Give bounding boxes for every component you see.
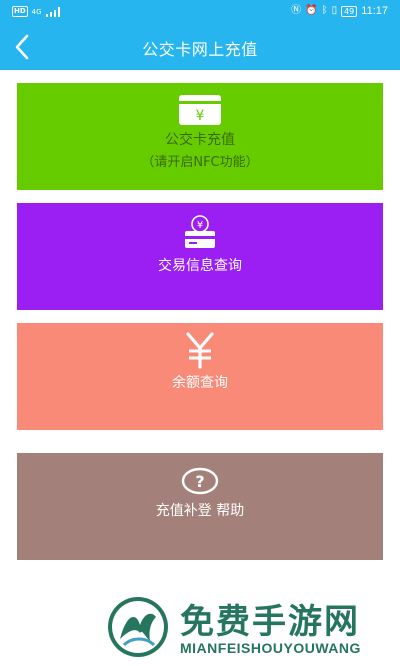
card-coin-icon: ¥	[185, 215, 215, 248]
balance-query-tile[interactable]: 余额查询	[17, 323, 383, 430]
tile-label: 交易信息查询	[158, 258, 242, 274]
svg-text:¥: ¥	[197, 220, 203, 231]
app-header: 公交卡网上充值	[0, 24, 400, 70]
network-type: 4G	[31, 7, 42, 16]
battery-icon: 49	[341, 5, 358, 17]
signal-icon	[45, 6, 60, 17]
nfc-icon: Ⓝ	[291, 5, 302, 16]
page-title: 公交卡网上充值	[142, 40, 258, 59]
tile-label: 充值补登 帮助	[155, 503, 245, 519]
tile-sublabel: （请开启NFC功能）	[141, 155, 259, 170]
svg-text:?: ?	[195, 472, 204, 491]
tile-label: 公交卡充值	[165, 132, 235, 148]
question-icon: ?	[181, 467, 219, 495]
vibrate-icon: ▯	[331, 5, 338, 16]
watermark-logo-icon	[108, 597, 168, 657]
help-tile[interactable]: ? 充值补登 帮助	[17, 453, 383, 560]
status-bar-right: Ⓝ ⏰ ᛒ ▯ 49 11:17	[291, 5, 388, 17]
clock: 11:17	[361, 5, 388, 17]
svg-text:¥: ¥	[196, 108, 205, 124]
status-bar-left: HD 4G	[12, 6, 60, 17]
status-bar: HD 4G Ⓝ ⏰ ᛒ ▯ 49 11:17	[0, 0, 400, 24]
yuan-icon	[186, 332, 214, 369]
card-yuan-icon: ¥	[179, 95, 221, 125]
tile-label: 余额查询	[172, 375, 228, 391]
hd-badge: HD	[12, 6, 28, 17]
card-topup-tile[interactable]: ¥ 公交卡充值 （请开启NFC功能）	[17, 83, 383, 190]
watermark-subtitle: MIANFEISHOUYOUWANG	[180, 640, 361, 656]
watermark-title: 免费手游网	[180, 602, 360, 642]
bluetooth-icon: ᛒ	[321, 5, 328, 16]
watermark: 免费手游网 MIANFEISHOUYOUWANG	[104, 592, 396, 666]
alarm-icon: ⏰	[305, 5, 318, 16]
transaction-query-tile[interactable]: ¥ 交易信息查询	[17, 203, 383, 310]
